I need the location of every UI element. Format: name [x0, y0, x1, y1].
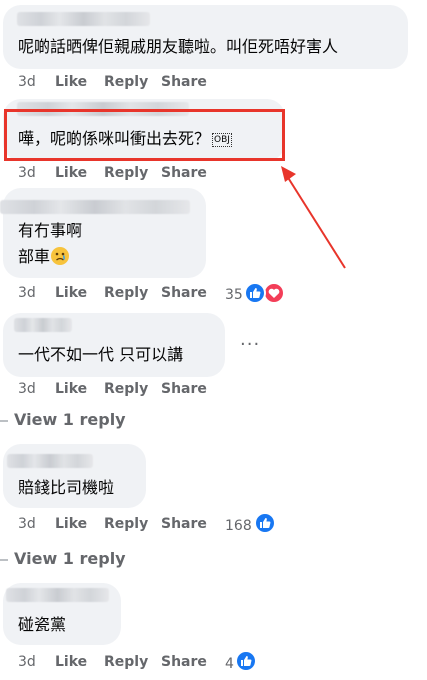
comment-time[interactable]: 3d: [18, 164, 36, 182]
share-link[interactable]: Share: [161, 284, 207, 302]
commenter-name-blurred[interactable]: [17, 12, 150, 26]
comment-text: 碰瓷黨: [18, 615, 67, 634]
reply-link[interactable]: Reply: [104, 380, 148, 398]
commenter-name-blurred[interactable]: [0, 200, 190, 214]
view-replies-link[interactable]: View 1 reply: [14, 410, 126, 430]
comment-time[interactable]: 3d: [18, 380, 36, 398]
like-link[interactable]: Like: [55, 380, 87, 398]
comment-text: 呢啲話晒俾佢親戚朋友聽啦。叫佢死唔好害人: [18, 37, 339, 56]
more-options-button[interactable]: ···: [240, 336, 260, 354]
share-link[interactable]: Share: [161, 380, 207, 398]
reply-link[interactable]: Reply: [104, 515, 148, 533]
comment-text-line2: 部車: [18, 246, 70, 268]
share-link[interactable]: Share: [161, 164, 207, 182]
annotation-arrow: [281, 166, 346, 269]
comment-actions: 3d Like Reply Share: [0, 284, 427, 302]
reaction-count[interactable]: 35: [225, 286, 243, 304]
reaction-count[interactable]: 168: [225, 517, 252, 535]
highlight-box: [4, 109, 285, 161]
share-link[interactable]: Share: [161, 653, 207, 671]
comment-time[interactable]: 3d: [18, 515, 36, 533]
commenter-name-blurred[interactable]: [7, 454, 93, 468]
comment-actions: 3d Like Reply Share: [0, 653, 427, 671]
reply-link[interactable]: Reply: [104, 284, 148, 302]
comment-actions: 3d Like Reply Share: [0, 73, 427, 91]
like-link[interactable]: Like: [55, 164, 87, 182]
reply-thread-line: [0, 559, 8, 561]
like-link[interactable]: Like: [55, 653, 87, 671]
like-link[interactable]: Like: [55, 284, 87, 302]
view-replies-link[interactable]: View 1 reply: [14, 549, 126, 569]
comment-time[interactable]: 3d: [18, 653, 36, 671]
comment-actions: 3d Like Reply Share: [0, 380, 427, 398]
comment-actions: 3d Like Reply Share: [0, 164, 427, 182]
reply-thread-line: [0, 420, 8, 422]
like-reaction-icon[interactable]: [254, 512, 276, 534]
comment-time[interactable]: 3d: [18, 284, 36, 302]
share-link[interactable]: Share: [161, 515, 207, 533]
comment-time[interactable]: 3d: [18, 73, 36, 91]
like-link[interactable]: Like: [55, 515, 87, 533]
sad-face-emoji-icon: [51, 247, 70, 265]
share-link[interactable]: Share: [161, 73, 207, 91]
reply-link[interactable]: Reply: [104, 653, 148, 671]
comment-text: 賠錢比司機啦: [18, 478, 115, 497]
love-reaction-icon[interactable]: [263, 282, 285, 304]
reaction-count[interactable]: 4: [225, 655, 234, 673]
commenter-name-blurred[interactable]: [14, 318, 72, 332]
commenter-name-blurred[interactable]: [6, 588, 109, 602]
comment-actions: 3d Like Reply Share: [0, 515, 427, 533]
like-link[interactable]: Like: [55, 73, 87, 91]
comment-text-line1: 有冇事啊: [18, 221, 83, 240]
reply-link[interactable]: Reply: [104, 73, 148, 91]
like-reaction-icon[interactable]: [235, 650, 257, 672]
comment-text: 一代不如一代 只可以講: [18, 345, 184, 364]
reply-link[interactable]: Reply: [104, 164, 148, 182]
like-reaction-icon[interactable]: [244, 282, 266, 304]
